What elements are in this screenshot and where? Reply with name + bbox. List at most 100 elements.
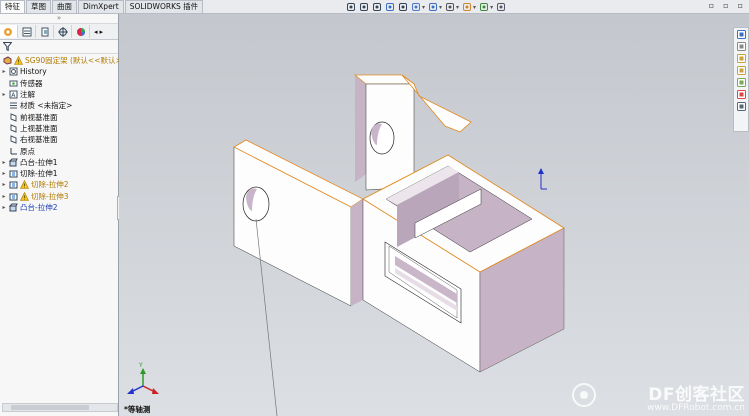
command-tab[interactable]: SOLIDWORKS 插件 (124, 0, 204, 13)
dimxpert-manager-icon (57, 26, 68, 37)
dropdown-arrow-icon[interactable]: ▾ (473, 4, 476, 11)
feature-tree-item[interactable]: ▸! 切除-拉伸3 (0, 191, 118, 202)
command-tab[interactable]: 曲面 (52, 0, 77, 13)
feature-tree-item[interactable]: ▸ A 注解 (0, 89, 118, 100)
apply-scene-icon[interactable] (479, 2, 489, 12)
dropdown-arrow-icon[interactable]: ▾ (490, 4, 493, 11)
feature-tree-label: 凸台-拉伸2 (20, 203, 58, 212)
dynamic-annotation-icon[interactable] (398, 2, 408, 12)
plane-icon (8, 135, 18, 144)
command-tab[interactable]: DimXpert (78, 0, 124, 13)
servo-frame (362, 154, 565, 373)
home-icon[interactable] (736, 29, 746, 40)
expand-arrow-icon[interactable]: ▸ (0, 181, 8, 188)
feature-tree-label: 注解 (20, 90, 35, 100)
feature-tree-item[interactable]: ▸ 凸台-拉伸2 (0, 202, 118, 213)
feature-manager-tab[interactable] (0, 25, 18, 38)
feature-tree-item[interactable]: ▸! 切除-拉伸2 (0, 179, 118, 190)
warning-icon: ! (20, 191, 29, 201)
scrollbar-thumb[interactable] (11, 405, 89, 410)
boss-extrude-icon (8, 158, 18, 167)
cut-extrude-icon (8, 180, 18, 189)
svg-text:!: ! (24, 184, 26, 189)
design-library-icon[interactable] (736, 53, 746, 64)
expand-arrow-icon[interactable]: ▸ (0, 170, 8, 177)
part-icon (2, 56, 12, 65)
dropdown-arrow-icon[interactable]: ▾ (439, 4, 442, 11)
property-manager-tab[interactable] (18, 25, 36, 38)
display-style-icon[interactable] (428, 2, 438, 12)
boss-extrude-icon (8, 203, 18, 212)
feature-tree-label: 原点 (20, 146, 35, 156)
feature-tree-item[interactable]: 上视基准面 (0, 123, 118, 134)
resources-icon[interactable] (736, 41, 746, 52)
feature-tree-item[interactable]: 前视基准面 (0, 111, 118, 122)
view-orientation-label: *等轴测 (124, 405, 151, 414)
dfrobot-logo-icon (571, 382, 597, 410)
section-view-icon[interactable] (385, 2, 395, 12)
minimize-icon[interactable]: ▫ (709, 1, 714, 10)
heads-up-view-toolbar: ▾ ▾ ▾ ▾ ▾ (346, 1, 506, 13)
svg-text:!: ! (18, 60, 20, 65)
command-tab[interactable]: 特征 (0, 0, 25, 13)
expand-arrow-icon[interactable]: ▸ (0, 68, 8, 75)
custom-properties-icon[interactable] (736, 101, 746, 112)
dropdown-arrow-icon[interactable]: ▾ (422, 4, 425, 11)
horizontal-scrollbar[interactable] (2, 403, 118, 412)
view-settings-icon[interactable] (496, 2, 506, 12)
feature-tree-item[interactable]: ▸ 切除-拉伸1 (0, 168, 118, 179)
filter-icon (3, 42, 12, 51)
collapse-toggle[interactable]: » (0, 14, 118, 24)
restore-icon[interactable]: ▫ (723, 1, 728, 10)
expand-arrow-icon[interactable]: ▸ (0, 193, 8, 200)
view-palette-icon[interactable] (736, 77, 746, 88)
command-tab[interactable]: 草图 (26, 0, 51, 13)
expand-arrow-icon[interactable]: ▸ (0, 159, 8, 166)
material-icon (8, 101, 18, 110)
watermark: DF创客社区 www.DFRobot.com.cn (647, 380, 745, 413)
close-icon[interactable]: ▫ (738, 1, 743, 10)
sensor-icon (8, 79, 18, 88)
configuration-manager-icon (41, 27, 48, 36)
previous-view-icon[interactable] (372, 2, 382, 12)
view-orientation-icon[interactable] (411, 2, 421, 12)
file-explorer-icon[interactable] (736, 65, 746, 76)
display-manager-icon (76, 27, 85, 36)
dropdown-arrow-icon[interactable]: ▾ (456, 4, 459, 11)
appearances-icon[interactable] (736, 89, 746, 100)
feature-tree-label: 切除-拉伸2 (31, 180, 69, 190)
window-controls: ▫ ▫ ▫ (709, 1, 743, 10)
front-bracket (233, 139, 364, 307)
feature-tree-item[interactable]: 原点 (0, 145, 118, 156)
hide-show-icon[interactable] (445, 2, 455, 12)
tree-filter[interactable] (0, 40, 118, 54)
svg-text:!: ! (24, 195, 26, 200)
history-icon (8, 67, 18, 76)
svg-text:Y: Y (138, 362, 143, 369)
feature-tree-label: 切除-拉伸3 (31, 191, 69, 201)
tab-scroll-right-icon[interactable]: ▸ (100, 28, 104, 36)
zoom-area-icon[interactable] (359, 2, 369, 12)
feature-tree-item[interactable]: ! SG90固定架 (默认<<默认>_ (0, 55, 126, 66)
warning-icon: ! (20, 180, 29, 190)
feature-tree-label: 前视基准面 (20, 112, 58, 122)
tab-scroll-left-icon[interactable]: ◂ (94, 28, 98, 36)
dimxpert-manager-tab[interactable] (54, 25, 72, 38)
display-manager-tab[interactable] (72, 25, 90, 38)
feature-tree-item[interactable]: 右视基准面 (0, 134, 118, 145)
feature-tree-item[interactable]: ▸ History (0, 66, 118, 77)
zoom-to-fit-icon[interactable] (346, 2, 356, 12)
cut-extrude-icon (8, 169, 18, 178)
feature-tree-item[interactable]: 传感器 (0, 78, 118, 89)
feature-tree-label: SG90固定架 (默认<<默认>_ (25, 56, 126, 66)
edit-appearance-icon[interactable] (462, 2, 472, 12)
watermark-title: DF创客社区 (648, 385, 745, 405)
feature-tree-item[interactable]: 材质 <未指定> (0, 100, 118, 111)
feature-tree-item[interactable]: ▸ 凸台-拉伸1 (0, 157, 118, 168)
origin-triad-icon (538, 168, 547, 190)
graphics-area[interactable]: Y (119, 14, 749, 416)
watermark-url: www.DFRobot.com.cn (647, 403, 745, 413)
expand-arrow-icon[interactable]: ▸ (0, 204, 8, 211)
expand-arrow-icon[interactable]: ▸ (0, 91, 8, 98)
configuration-manager-tab[interactable] (36, 25, 54, 38)
